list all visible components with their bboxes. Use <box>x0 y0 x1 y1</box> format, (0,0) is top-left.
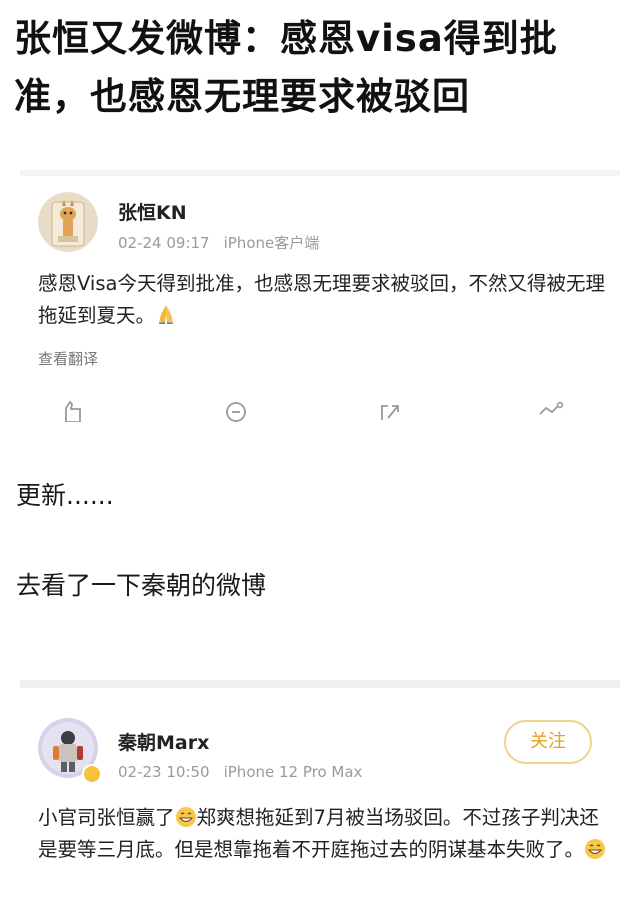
post-text: 小官司张恒赢了 郑爽想拖延到7月被当场驳回。不过孩子判决还是要等三月底。但是想靠拖… <box>38 802 608 866</box>
comment-icon[interactable] <box>224 400 248 422</box>
follow-button[interactable]: 关注 <box>504 720 592 764</box>
author-name[interactable]: 张恒KN <box>118 198 187 225</box>
post-meta: 02-23 10:50 iPhone 12 Pro Max <box>118 763 362 781</box>
post-date: 02-23 10:50 <box>118 763 210 781</box>
post-source: iPhone 12 Pro Max <box>223 763 363 781</box>
update-text: 更新...... <box>16 481 114 510</box>
post-text-part1: 小官司张恒赢了 <box>38 806 175 829</box>
grin-emoji <box>584 838 606 860</box>
grin-emoji <box>175 806 197 828</box>
verified-badge <box>82 764 102 784</box>
post-text: 感恩Visa今天得到批准，也感恩无理要求被驳回，不然又得被无理拖延到夏天。 <box>38 268 608 332</box>
more-icon[interactable] <box>538 400 564 422</box>
weibo-post-qinchao: 秦朝Marx 02-23 10:50 iPhone 12 Pro Max 关注 小… <box>20 688 620 914</box>
post-date: 02-24 09:17 <box>118 234 210 252</box>
like-icon[interactable] <box>62 400 86 422</box>
action-bar <box>20 394 620 422</box>
divider <box>20 680 620 688</box>
post-text-content: 感恩Visa今天得到批准，也感恩无理要求被驳回，不然又得被无理拖延到夏天。 <box>38 272 605 327</box>
pray-emoji <box>155 303 177 325</box>
avatar[interactable] <box>38 192 98 252</box>
repost-icon[interactable] <box>378 400 402 422</box>
visit-text: 去看了一下秦朝的微博 <box>16 571 267 600</box>
divider <box>20 170 620 176</box>
translate-link[interactable]: 查看翻译 <box>38 348 98 369</box>
post-meta: 02-24 09:17 iPhone客户端 <box>118 232 319 253</box>
article-headline: 张恒又发微博：感恩visa得到批准，也感恩无理要求被驳回 <box>14 17 558 118</box>
author-name[interactable]: 秦朝Marx <box>118 728 209 755</box>
post-source: iPhone客户端 <box>223 234 320 252</box>
weibo-post-zhangheng: 张恒KN 02-24 09:17 iPhone客户端 感恩Visa今天得到批准，也… <box>20 182 620 422</box>
